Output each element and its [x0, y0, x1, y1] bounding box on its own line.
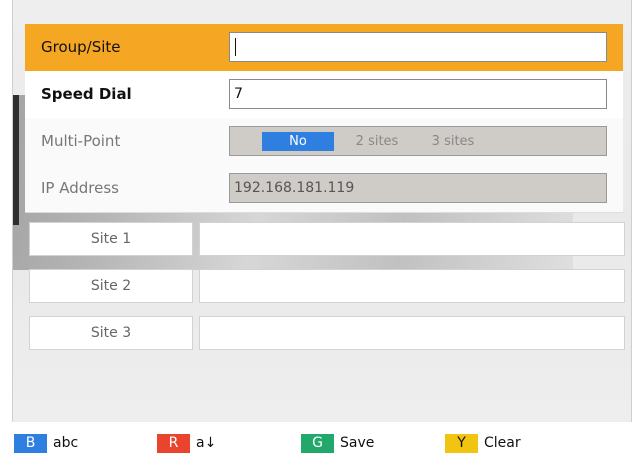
yellow-key-chip: Y [445, 433, 478, 453]
group-site-label: Group/Site [41, 38, 121, 56]
multi-point-row[interactable]: Multi-Point No 2 sites 3 sites [25, 118, 623, 166]
yellow-key-label: Clear [484, 435, 521, 451]
multi-point-option-no[interactable]: No [262, 132, 334, 151]
key-guide-bar: Babc Ra↓ G Save Y Clear [12, 422, 630, 457]
green-key-label: Save [340, 435, 375, 451]
multi-point-selector[interactable]: No 2 sites 3 sites [229, 126, 607, 156]
site-3-input[interactable] [199, 316, 625, 350]
ip-address-label: IP Address [41, 179, 119, 197]
red-key-chip: R [157, 433, 190, 453]
site-1-input[interactable] [199, 222, 625, 256]
key-blue-abc[interactable]: Babc [14, 432, 78, 454]
multi-point-option-3-sites[interactable]: 3 sites [424, 132, 482, 151]
ip-address-input[interactable]: 192.168.181.119 [229, 173, 607, 203]
key-yellow-clear[interactable]: Y Clear [445, 432, 521, 454]
green-key-chip: G [301, 433, 334, 453]
group-site-row[interactable]: Group/Site [25, 24, 623, 72]
red-key-label: a↓ [196, 435, 217, 451]
site-3-label: Site 3 [29, 316, 193, 350]
site-2-label: Site 2 [29, 269, 193, 303]
background-edge [13, 95, 19, 225]
site-1-label: Site 1 [29, 222, 193, 256]
ip-address-row[interactable]: IP Address 192.168.181.119 [25, 165, 623, 213]
group-site-input[interactable] [229, 32, 607, 62]
blue-key-chip: B [14, 433, 47, 453]
speed-dial-input[interactable]: 7 [229, 79, 607, 109]
multi-point-label: Multi-Point [41, 132, 121, 150]
blue-key-label: abc [53, 435, 79, 451]
speed-dial-row[interactable]: Speed Dial 7 [25, 71, 623, 119]
multi-point-option-2-sites[interactable]: 2 sites [348, 132, 406, 151]
key-green-save[interactable]: G Save [301, 432, 374, 454]
entry-screen: Group/Site Speed Dial 7 Multi-Point No 2… [12, 0, 632, 422]
key-red-case[interactable]: Ra↓ [157, 432, 216, 454]
site-2-input[interactable] [199, 269, 625, 303]
speed-dial-label: Speed Dial [41, 85, 132, 103]
text-cursor [235, 38, 236, 56]
